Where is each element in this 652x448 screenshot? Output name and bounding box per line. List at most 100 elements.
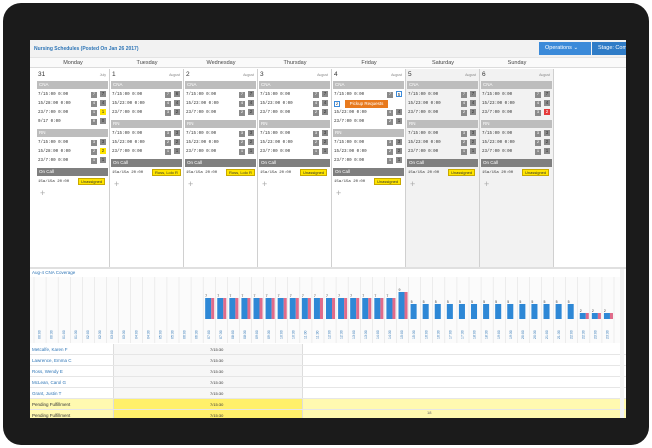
shift-row[interactable]: 15/23:00 0:00 4 4 [407, 100, 478, 108]
add-icon[interactable]: + [188, 179, 193, 189]
operations-button[interactable]: Operations ⌄ [539, 42, 591, 55]
coverage-bar-secondary[interactable] [295, 298, 299, 319]
coverage-bar[interactable] [313, 298, 320, 319]
shift-row[interactable]: 23/7:00 0:00 1 1 [185, 148, 256, 156]
shift-row[interactable]: 7/15:00 0:00 3 3 [259, 130, 330, 138]
coverage-bar[interactable] [398, 292, 405, 319]
coverage-bar-secondary[interactable] [380, 298, 384, 319]
on-call-row[interactable]: 15a/15a 20:00 Unassigned [407, 169, 478, 177]
shift-row[interactable]: 23/7:00 0:00 1 1 [481, 148, 552, 156]
day-column[interactable]: 3 August CNA 7/15:00 0:00 7 7 15/23:00 0:00 4 4 2… [258, 69, 332, 267]
day-column[interactable]: 6 August CNA 7/15:00 0:00 7 7 15/23:00 0:00 4 4 2… [480, 69, 554, 267]
shift-row[interactable]: 7/15:00 0:00 7 7 [481, 91, 552, 99]
shift-row[interactable]: 7/15:00 0:00 3 3 [333, 139, 404, 147]
add-icon[interactable]: + [114, 179, 119, 189]
coverage-row[interactable]: Ross, Wendy E 7/15:30 [30, 366, 626, 377]
shift-bar[interactable] [113, 399, 303, 409]
on-call-row[interactable]: 15a/15a 20:00 Unassigned [259, 169, 330, 177]
coverage-bar[interactable] [350, 298, 357, 319]
coverage-bar[interactable] [253, 298, 260, 319]
shift-bar[interactable] [113, 366, 303, 376]
shift-row[interactable]: 23/7:00 0:00 3 2 [111, 109, 182, 117]
shift-row[interactable]: 15/23:00 0:00 4 4 [481, 100, 552, 108]
add-icon[interactable]: + [40, 188, 45, 198]
coverage-bar[interactable] [591, 313, 598, 319]
coverage-bar[interactable] [386, 298, 393, 319]
assignee-badge[interactable]: Unassigned [300, 169, 328, 176]
coverage-row[interactable]: McLean, Carol G 7/15:30 [30, 377, 626, 388]
scrollbar[interactable] [620, 269, 624, 418]
person-name[interactable]: Lawrence, Emma C [32, 358, 72, 363]
stage-button[interactable]: Stage: Comp [592, 42, 626, 55]
shift-bar[interactable] [113, 355, 303, 365]
coverage-bar[interactable] [483, 304, 490, 319]
coverage-bar-secondary[interactable] [211, 298, 215, 319]
add-icon[interactable]: + [336, 188, 341, 198]
coverage-bar-secondary[interactable] [332, 298, 336, 319]
shift-row[interactable]: 15/23:00 0:00 2 2 [407, 139, 478, 147]
coverage-bar[interactable] [301, 298, 308, 319]
coverage-row[interactable]: Lawrence, Emma C 7/15:30 [30, 355, 626, 366]
person-name[interactable]: McLean, Carol G [32, 380, 66, 385]
shift-row[interactable]: 15/23:00 0:00 4 4 [111, 100, 182, 108]
coverage-bar[interactable] [338, 298, 345, 319]
shift-row[interactable]: 15/28:00 0:00 2 2 [37, 148, 108, 156]
add-icon[interactable]: + [262, 179, 267, 189]
shift-row[interactable]: 7/15:00 0:00 7 7 [185, 91, 256, 99]
coverage-bar[interactable] [507, 304, 514, 319]
shift-row[interactable]: 7/15:00 0:00 7 5 [333, 91, 404, 99]
on-call-row[interactable]: 15a/15a 20:00 Unassigned [333, 178, 404, 186]
shift-row[interactable]: 7/15:00 0:00 3 3 [185, 130, 256, 138]
shift-row[interactable]: 7/15:00 0:00 3 3 [481, 130, 552, 138]
coverage-bar-secondary[interactable] [271, 298, 275, 319]
on-call-row[interactable]: 15a/15a 20:00 Ross, Lolo R [111, 169, 182, 177]
shift-row[interactable]: 23/7:00 0:00 3 2 [481, 109, 552, 117]
coverage-bar-secondary[interactable] [585, 313, 589, 319]
on-call-row[interactable]: 15a/15a 20:00 Ross, Lolo R [185, 169, 256, 177]
shift-bar[interactable] [113, 377, 303, 387]
coverage-bar[interactable] [277, 298, 284, 319]
add-icon[interactable]: + [410, 179, 415, 189]
coverage-bar[interactable] [543, 304, 550, 319]
assignee-badge[interactable]: Unassigned [448, 169, 476, 176]
shift-bar[interactable] [113, 344, 303, 354]
coverage-bar-secondary[interactable] [259, 298, 263, 319]
shift-row[interactable]: 23/7:00 0:00 2 2 [407, 109, 478, 117]
shift-row[interactable]: 15/23:00 0:00 2 2 [481, 139, 552, 147]
shift-row[interactable]: 7/15:00 0:00 3 3 [407, 130, 478, 138]
person-name[interactable]: Ross, Wendy E [32, 369, 63, 374]
shift-row[interactable]: 15/23:00 0:00 2 2 [333, 148, 404, 156]
shift-row[interactable]: 7/15:00 0:00 7 6 [111, 91, 182, 99]
shift-row[interactable]: 7/15:00 0:00 7 7 [37, 91, 108, 99]
shift-row[interactable]: 15/23:00 0:00 2 2 [259, 139, 330, 147]
coverage-bar[interactable] [458, 304, 465, 319]
coverage-bar[interactable] [555, 304, 562, 319]
day-column[interactable]: 31 July CNA 7/15:00 0:00 7 7 15/28:00 0:00 4 4 23… [36, 69, 110, 267]
assignee-badge[interactable]: Unassigned [522, 169, 550, 176]
shift-row[interactable]: 23/7:00 0:00 2 2 [259, 109, 330, 117]
coverage-bar[interactable] [603, 313, 610, 319]
coverage-bar-secondary[interactable] [283, 298, 287, 319]
coverage-bar-secondary[interactable] [404, 292, 408, 319]
coverage-bar[interactable] [205, 298, 212, 319]
coverage-bar[interactable] [495, 304, 502, 319]
shift-row[interactable]: 23/7:00 0:00 1 1 [37, 109, 108, 117]
shift-row[interactable]: 15/23:00 0:00 4 4 [185, 100, 256, 108]
shift-row[interactable]: 15/23:00 0:00 2 2 [185, 139, 256, 147]
coverage-bar[interactable] [241, 298, 248, 319]
shift-row[interactable]: 7/15:00 0:00 7 7 [259, 91, 330, 99]
coverage-bar[interactable] [362, 298, 369, 319]
coverage-bar[interactable] [217, 298, 224, 319]
coverage-bar[interactable] [374, 298, 381, 319]
shift-row[interactable]: 23/7:00 0:00 1 1 [259, 148, 330, 156]
coverage-bar-secondary[interactable] [235, 298, 239, 319]
shift-bar[interactable] [113, 410, 303, 418]
coverage-bar[interactable] [434, 304, 441, 319]
shift-row[interactable]: 23/7:00 0:00 1 1 [407, 148, 478, 156]
coverage-bar[interactable] [519, 304, 526, 319]
coverage-bar[interactable] [265, 298, 272, 319]
shift-row[interactable]: 23/7:00 0:00 2 1 [333, 118, 404, 126]
shift-row[interactable]: 23/7:00 0:00 1 1 [37, 157, 108, 165]
coverage-bar[interactable] [289, 298, 296, 319]
day-column[interactable]: 2 August CNA 7/15:00 0:00 7 7 15/23:00 0:00 4 4 2… [184, 69, 258, 267]
